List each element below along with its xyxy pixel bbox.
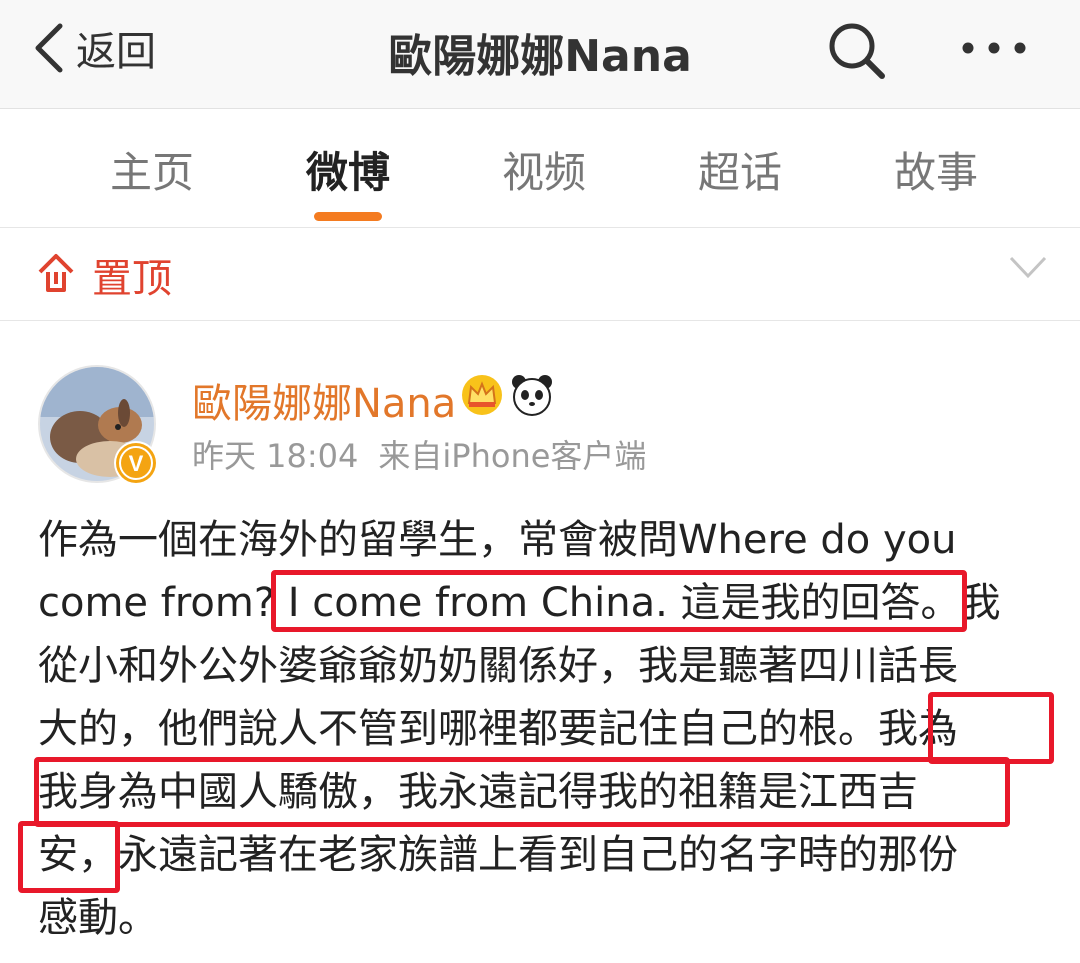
content-line: 大的，他們說人不管到哪裡都要記住自己的根。我為 — [38, 706, 958, 752]
content-line: come from? I come from China. 這是我的回答。我 — [38, 580, 1001, 626]
more-icon[interactable] — [956, 24, 1032, 72]
pin-top-icon — [38, 254, 74, 292]
nav-bar: 返回 歐陽娜娜Nana — [0, 0, 1080, 109]
tab-stories[interactable]: 故事 — [841, 139, 1031, 200]
content-line: 作為一個在海外的留學生，常會被問Where do you — [38, 517, 957, 563]
verified-badge: V — [114, 441, 158, 485]
tab-video[interactable]: 视频 — [449, 139, 639, 200]
pinned-row[interactable]: 置顶 — [0, 228, 1080, 321]
post-content: 作為一個在海外的留學生，常會被問Where do you come from? … — [38, 509, 1048, 950]
post-meta: 昨天 18:04 来自iPhone客户端 — [192, 431, 646, 477]
search-icon[interactable] — [824, 18, 890, 84]
profile-tabs: 主页 微博 视频 超话 故事 — [0, 109, 1080, 228]
chevron-down-icon[interactable] — [1008, 254, 1048, 280]
author-name[interactable]: 歐陽娜娜Nana — [192, 371, 456, 429]
panda-icon — [512, 375, 552, 416]
content-line: 感動。 — [38, 895, 158, 941]
content-line: 我身為中國人驕傲，我永遠記得我的祖籍是江西吉 — [38, 769, 918, 815]
verified-badge-letter: V — [129, 451, 144, 476]
post-time: 昨天 18:04 — [192, 437, 359, 475]
content-line: 從小和外公外婆爺爺奶奶關係好，我是聽著四川話長 — [38, 643, 958, 689]
tab-super-topic[interactable]: 超话 — [645, 139, 835, 200]
tab-home[interactable]: 主页 — [57, 139, 247, 200]
weibo-post: V 歐陽娜娜Nana 昨天 18:04 来自iPhone客户端 作為一個在海外的留… — [0, 321, 1080, 963]
crown-icon — [462, 375, 502, 415]
content-line: 安，永遠記著在老家族譜上看到自己的名字時的那份 — [38, 832, 958, 878]
page-title: 歐陽娜娜Nana — [388, 31, 692, 82]
tab-weibo[interactable]: 微博 — [253, 139, 443, 200]
post-source: 来自iPhone客户端 — [378, 437, 647, 475]
pinned-label: 置顶 — [92, 256, 172, 302]
active-tab-indicator — [314, 212, 382, 221]
